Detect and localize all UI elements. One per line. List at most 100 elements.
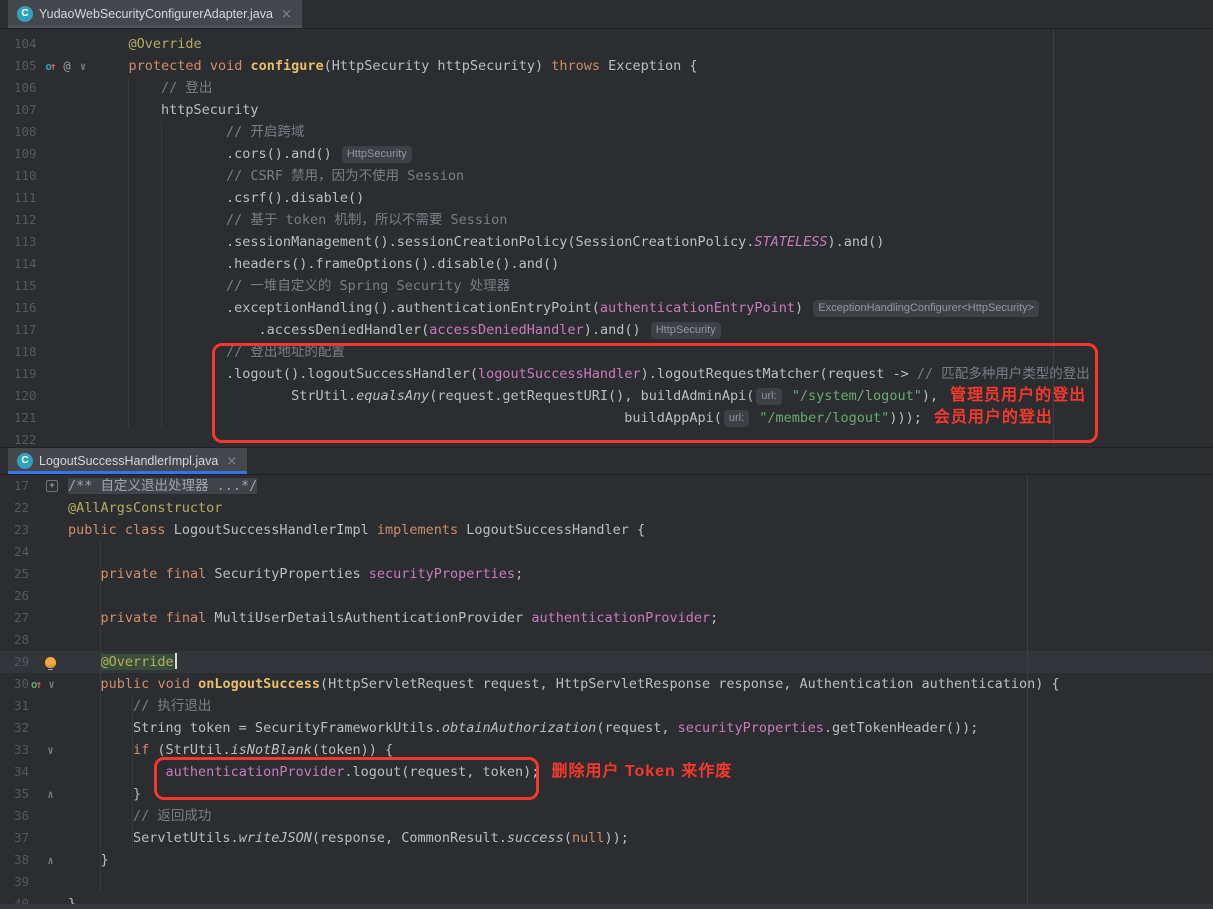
code-line[interactable]: 107 httpSecurity	[0, 99, 1213, 121]
code-line[interactable]: 109 .cors().and() HttpSecurity	[0, 143, 1213, 165]
gutter-icons	[30, 805, 60, 827]
editor-tab-bottom[interactable]: C LogoutSuccessHandlerImpl.java ×	[8, 448, 247, 474]
code-line[interactable]: 37 ServletUtils.writeJSON(response, Comm…	[0, 827, 1213, 849]
code-token: httpSecurity	[96, 102, 259, 118]
gutter-icons	[44, 187, 92, 209]
code-line[interactable]: 117 .accessDeniedHandler(accessDeniedHan…	[0, 319, 1213, 341]
code-token: buildAppApi(	[96, 410, 722, 426]
code-line[interactable]: 118 // 登出地址的配置	[0, 341, 1213, 363]
code-line[interactable]: 25 private final SecurityProperties secu…	[0, 563, 1213, 585]
annotation-gutter-icon[interactable]: @	[60, 58, 74, 74]
close-icon[interactable]: ×	[226, 455, 237, 468]
gutter-icons	[44, 253, 92, 275]
code-token: authenticationProvider	[166, 764, 345, 780]
inlay-hint[interactable]: HttpSecurity	[342, 146, 412, 163]
close-icon[interactable]: ×	[281, 8, 292, 21]
fold-up-icon[interactable]: ∧	[43, 786, 58, 802]
code-text: .cors().and() HttpSecurity	[92, 143, 1213, 165]
code-token	[68, 654, 101, 670]
code-line[interactable]: 22@AllArgsConstructor	[0, 497, 1213, 519]
code-token	[157, 566, 165, 582]
code-line[interactable]: 39	[0, 871, 1213, 893]
code-line[interactable]: 111 .csrf().disable()	[0, 187, 1213, 209]
inlay-hint[interactable]: HttpSecurity	[651, 322, 721, 339]
inlay-hint[interactable]: ExceptionHandlingConfigurer<HttpSecurity…	[813, 300, 1039, 317]
code-line[interactable]: 27 private final MultiUserDetailsAuthent…	[0, 607, 1213, 629]
code-token: (request,	[596, 720, 677, 736]
code-line[interactable]: 110 // CSRF 禁用，因为不使用 Session	[0, 165, 1213, 187]
code-line[interactable]: 120 StrUtil.equalsAny(request.getRequest…	[0, 385, 1213, 407]
code-token: (response, CommonResult.	[312, 830, 507, 846]
fold-down-icon[interactable]: ∨	[45, 676, 58, 692]
inlay-hint[interactable]: url:	[756, 388, 781, 405]
code-token: configure	[250, 58, 323, 74]
code-token: void	[157, 676, 190, 692]
code-line[interactable]: 121 buildAppApi(url: "/member/logout")))…	[0, 407, 1213, 429]
code-line[interactable]: 33∨ if (StrUtil.isNotBlank(token)) {	[0, 739, 1213, 761]
code-line[interactable]: 23public class LogoutSuccessHandlerImpl …	[0, 519, 1213, 541]
code-token: private	[101, 610, 158, 626]
folded-plus-icon[interactable]: +	[46, 480, 58, 492]
code-line[interactable]: 115 // 一堆自定义的 Spring Security 处理器	[0, 275, 1213, 297]
code-line[interactable]: 17+/** 自定义退出处理器 ...*/	[0, 475, 1213, 497]
code-token: SecurityProperties	[206, 566, 369, 582]
bulb-icon[interactable]	[43, 654, 58, 670]
gutter-icons	[44, 231, 92, 253]
pane-editor-0[interactable]: 104 @Override105o↑@∨ protected void conf…	[0, 29, 1213, 447]
code-line[interactable]: 28	[0, 629, 1213, 651]
code-text: .accessDeniedHandler(accessDeniedHandler…	[92, 319, 1213, 341]
code-line[interactable]: 29 @Override	[0, 651, 1213, 673]
code-text: @Override	[60, 651, 1213, 673]
code-line[interactable]: 36 // 返回成功	[0, 805, 1213, 827]
code-token: if	[133, 742, 149, 758]
code-text: // 返回成功	[60, 805, 1213, 827]
code-line[interactable]: 116 .exceptionHandling().authenticationE…	[0, 297, 1213, 319]
line-number: 114	[0, 253, 44, 275]
indent-guide	[128, 77, 129, 429]
line-number: 113	[0, 231, 44, 253]
code-line[interactable]: 112 // 基于 token 机制，所以不需要 Session	[0, 209, 1213, 231]
code-text	[60, 585, 1213, 607]
code-text	[60, 541, 1213, 563]
code-line[interactable]: 35∧ }	[0, 783, 1213, 805]
code-line[interactable]: 104 @Override	[0, 33, 1213, 55]
code-line[interactable]: 122	[0, 429, 1213, 447]
folded-comment: /** 自定义退出处理器 ...*/	[68, 478, 257, 494]
code-text: .headers().frameOptions().disable().and(…	[92, 253, 1213, 275]
code-line[interactable]: 119 .logout().logoutSuccessHandler(logou…	[0, 363, 1213, 385]
editor-tab-top[interactable]: C YudaoWebSecurityConfigurerAdapter.java…	[8, 0, 302, 28]
code-text: StrUtil.equalsAny(request.getRequestURI(…	[92, 385, 1213, 407]
gutter-icons	[44, 363, 92, 385]
fold-down-icon[interactable]: ∨	[43, 742, 58, 758]
code-line[interactable]: 34 authenticationProvider.logout(request…	[0, 761, 1213, 783]
code-token	[202, 58, 210, 74]
code-token: LogoutSuccessHandlerImpl	[166, 522, 377, 538]
inlay-hint[interactable]: url:	[724, 410, 749, 427]
line-number: 117	[0, 319, 44, 341]
code-token: (HttpSecurity httpSecurity)	[324, 58, 552, 74]
code-line[interactable]: 106 // 登出	[0, 77, 1213, 99]
code-line[interactable]: 31 // 执行退出	[0, 695, 1213, 717]
code-line[interactable]: 32 String token = SecurityFrameworkUtils…	[0, 717, 1213, 739]
fold-down-icon[interactable]: ∨	[76, 58, 90, 74]
code-line[interactable]: 113 .sessionManagement().sessionCreation…	[0, 231, 1213, 253]
code-token: // 返回成功	[133, 808, 211, 824]
code-line[interactable]: 24	[0, 541, 1213, 563]
code-line[interactable]: 114 .headers().frameOptions().disable().…	[0, 253, 1213, 275]
code-token: (request.getRequestURI(), buildAdminApi(	[429, 388, 754, 404]
gutter-icons	[30, 651, 60, 673]
code-token: (StrUtil.	[149, 742, 230, 758]
code-line[interactable]: 105o↑@∨ protected void configure(HttpSec…	[0, 55, 1213, 77]
code-token: isNotBlank	[231, 742, 312, 758]
gutter-icons	[30, 519, 60, 541]
fold-up-icon[interactable]: ∧	[43, 852, 58, 868]
gutter-icons	[44, 341, 92, 363]
implements-method-icon[interactable]: o↑	[30, 676, 43, 692]
code-line[interactable]: 38∧ }	[0, 849, 1213, 871]
code-line[interactable]: 26	[0, 585, 1213, 607]
code-line[interactable]: 30o↑∨ public void onLogoutSuccess(HttpSe…	[0, 673, 1213, 695]
code-line[interactable]: 108 // 开启跨域	[0, 121, 1213, 143]
line-number: 33	[0, 739, 30, 761]
overrides-method-icon[interactable]: o↑	[44, 58, 58, 74]
pane-editor-1[interactable]: 17+/** 自定义退出处理器 ...*/22@AllArgsConstruct…	[0, 475, 1213, 909]
